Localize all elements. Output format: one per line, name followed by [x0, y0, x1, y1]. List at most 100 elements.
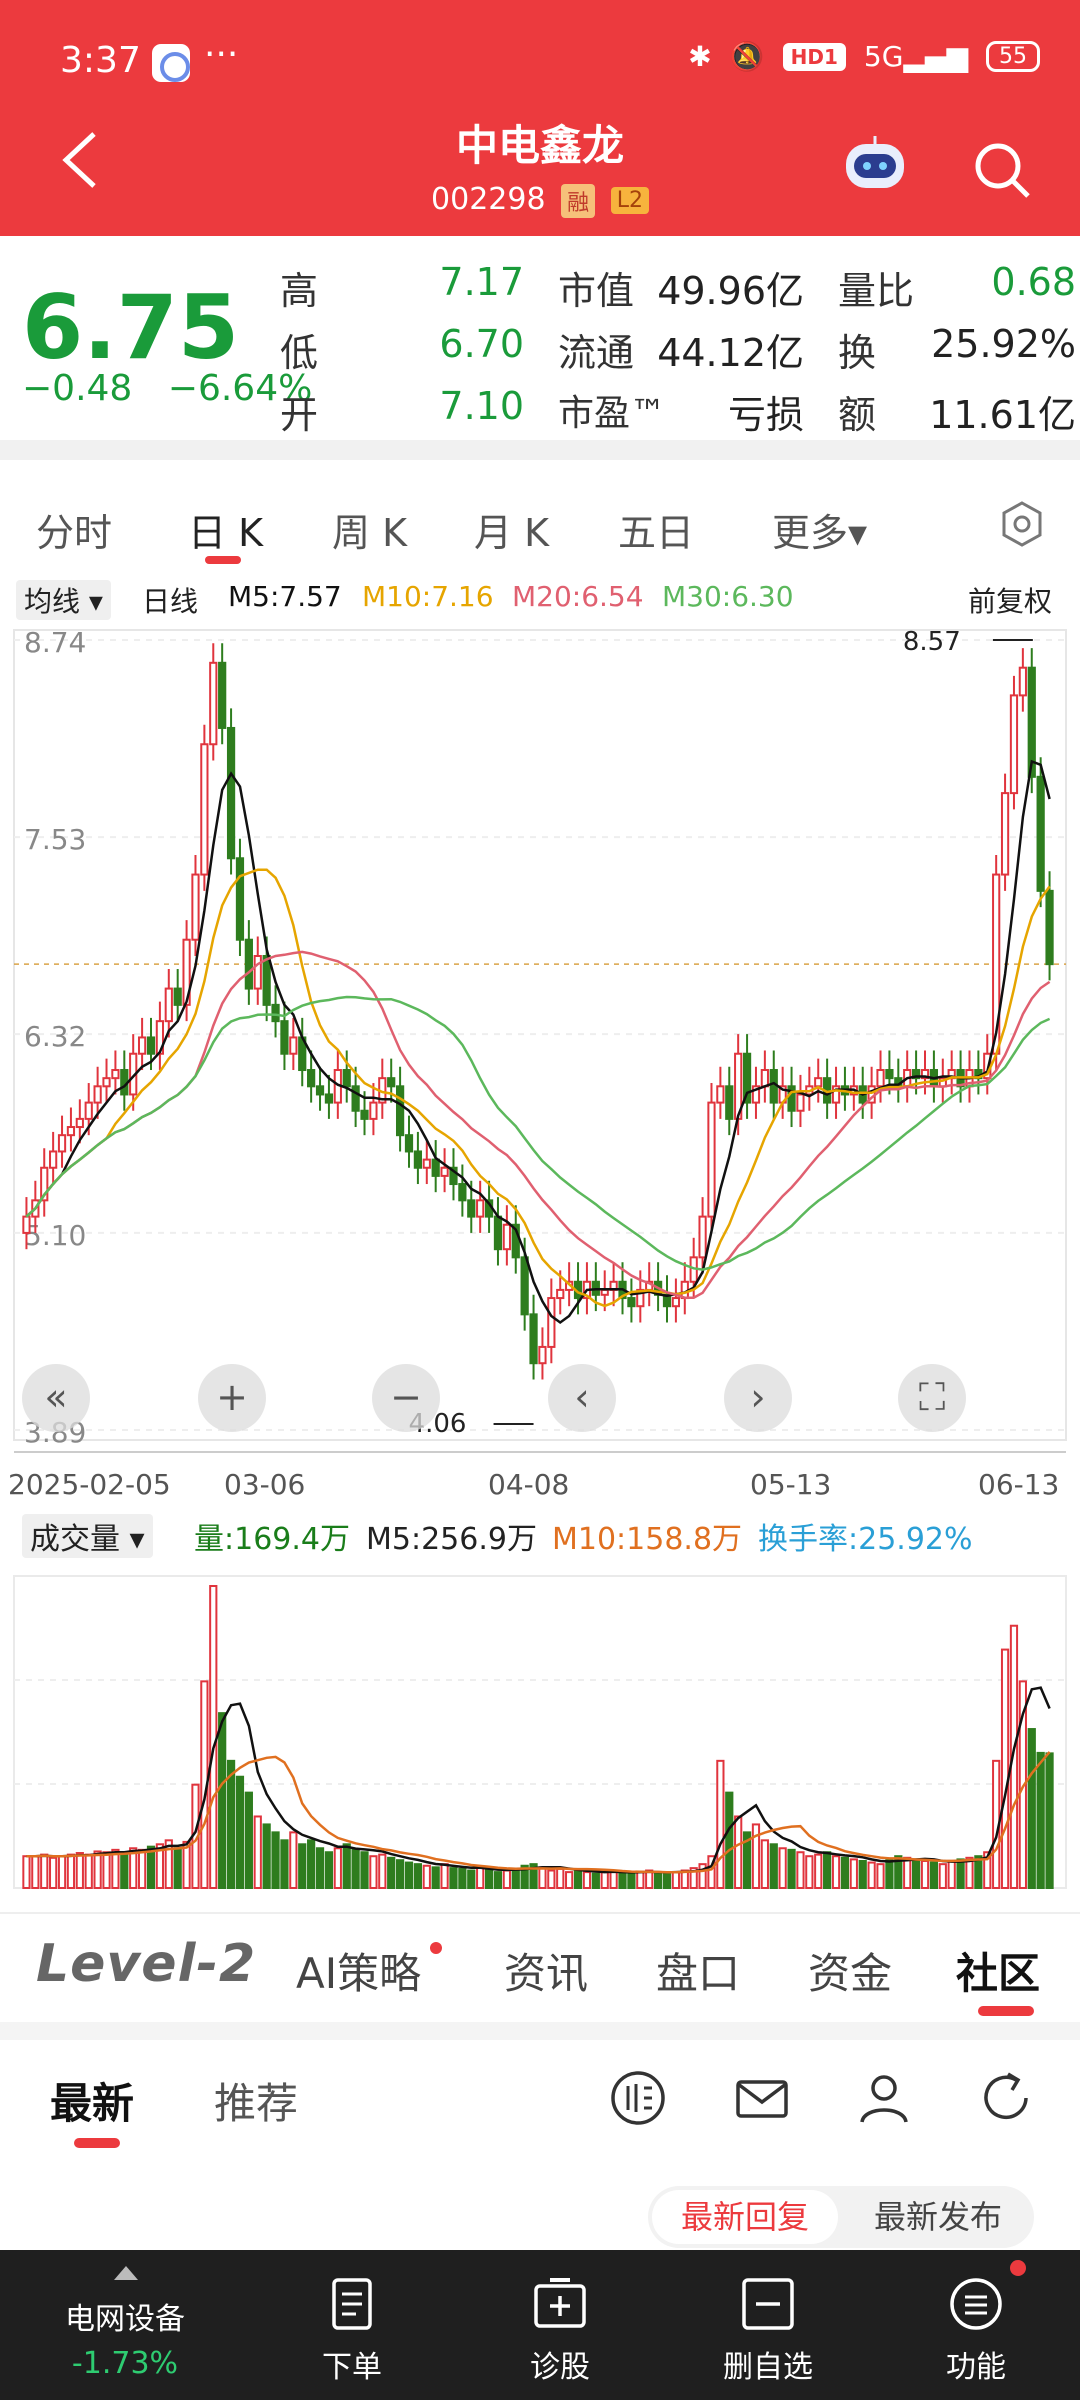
search-icon[interactable] [972, 140, 1032, 200]
adjust-mode[interactable]: 前复权 [968, 580, 1052, 620]
volume-bar [805, 1855, 814, 1890]
sort-latest-reply[interactable]: 最新回复 [652, 2190, 838, 2244]
tab-order-book[interactable]: 盘口 [656, 1940, 740, 2001]
volume-bar [671, 1871, 681, 1889]
remove-watchlist-button[interactable]: 删自选 [678, 2250, 858, 2400]
candle-body [600, 1288, 609, 1296]
functions-button[interactable]: 功能 [886, 2250, 1066, 2400]
candle-body [716, 1085, 725, 1104]
volume-bar [618, 1871, 627, 1889]
zoom-out-icon[interactable]: − [372, 1364, 440, 1432]
volume-bar [556, 1867, 565, 1890]
detail-tabs: Level-2 AI策略 资讯 盘口 资金 社区 [0, 1912, 1080, 2022]
volume-bar [271, 1831, 280, 1889]
candle-body [467, 1199, 476, 1218]
vol-ratio-row: 量比 0.68 [838, 260, 1076, 313]
tab-recommended[interactable]: 推荐 [214, 2070, 298, 2131]
volume-bar [413, 1863, 423, 1890]
zoom-in-icon[interactable]: + [198, 1364, 266, 1432]
order-button[interactable]: 下单 [262, 2250, 442, 2400]
candle-body [289, 1036, 298, 1055]
turnover-rate: 换手率:25.92% [758, 1522, 973, 1557]
tab-ai-strategy[interactable]: AI策略 [296, 1940, 421, 2001]
candle-body [529, 1313, 538, 1365]
control-glyph: + [216, 1375, 248, 1419]
battery-icon: 55 [986, 41, 1040, 72]
stock-code: 002298 [431, 182, 546, 217]
candle-body [102, 1077, 111, 1088]
diagnose-button[interactable]: 诊股 [470, 2250, 650, 2400]
volume-bar [867, 1861, 876, 1889]
volume-bar [467, 1869, 476, 1889]
candle-body [218, 661, 227, 729]
volume-bar [218, 1712, 227, 1889]
volume-bar [289, 1831, 298, 1889]
volume-value: 量:169.4万 [194, 1522, 350, 1557]
community-tabs: 最新 推荐 [0, 2040, 1080, 2150]
tab-latest[interactable]: 最新 [50, 2070, 134, 2131]
candle-body [191, 873, 200, 941]
fullscreen-icon[interactable]: ⛶ [898, 1364, 966, 1432]
diagnose-icon [534, 2278, 586, 2328]
stock-code-line: 002298 融 L2 [0, 182, 1080, 218]
volume-bar [378, 1853, 387, 1890]
ma-type-dropdown[interactable]: 均线 ▾ [16, 580, 111, 620]
sector-indicator[interactable]: 电网设备 -1.73% [40, 2250, 210, 2400]
candle-body [1018, 666, 1027, 697]
pe-row: 市盈™ 亏损 [558, 384, 804, 437]
x-tick-label: 06-13 [978, 1468, 1059, 1501]
tab-community[interactable]: 社区 [956, 1940, 1040, 2001]
tab-more[interactable]: 更多▾ [772, 502, 867, 557]
volume-bar [440, 1863, 449, 1890]
candle-body [226, 726, 236, 860]
chart-settings-icon[interactable] [998, 500, 1046, 548]
volume-bar [22, 1855, 31, 1890]
level2-logo[interactable]: Level-2 [36, 1934, 256, 1994]
sort-latest-post[interactable]: 最新发布 [848, 2190, 1028, 2244]
volume-bar [787, 1848, 796, 1889]
refresh-icon[interactable] [976, 2068, 1036, 2128]
user-profile-icon[interactable] [854, 2068, 914, 2128]
volume-bar [778, 1847, 787, 1889]
message-icon[interactable] [732, 2068, 792, 2128]
tab-fund-flow[interactable]: 资金 [808, 1940, 892, 2001]
tab-monthly-k[interactable]: 月 K [474, 502, 549, 557]
control-glyph: − [390, 1375, 422, 1419]
volume-bar [484, 1867, 494, 1890]
volume-bar [582, 1871, 592, 1889]
volume-bar [511, 1867, 520, 1890]
ma5-value: M5:7.57 [228, 580, 342, 613]
tab-news[interactable]: 资讯 [504, 1940, 588, 2001]
status-icons: ✱ 🔕 HD1 5G▂▄▆ 55 [688, 40, 1040, 73]
control-glyph: ⛶ [919, 1375, 946, 1419]
volume-bar [653, 1871, 663, 1889]
volume-bar [387, 1856, 396, 1889]
volume-bar [235, 1775, 245, 1890]
tab-intraday[interactable]: 分时 [36, 502, 112, 557]
scroll-left-icon[interactable]: ‹ [548, 1364, 616, 1432]
volume-chart[interactable] [0, 1556, 1080, 1896]
candle-body [57, 1134, 67, 1153]
candle-body [307, 1069, 316, 1088]
tab-daily-k[interactable]: 日 K [188, 502, 263, 557]
volume-indicator-dropdown[interactable]: 成交量 ▾ [22, 1514, 153, 1558]
volume-bar [324, 1851, 334, 1890]
kline-chart[interactable]: 8.747.536.325.103.898.574.06« + − ‹ › ⛶2025-0… [0, 620, 1080, 1510]
scroll-right-icon[interactable]: › [724, 1364, 792, 1432]
y-tick-label: 6.32 [24, 1020, 86, 1053]
candle-body [1009, 694, 1019, 795]
volume-bar [57, 1855, 67, 1890]
ma10-value: M10:7.16 [362, 580, 494, 613]
candle-body [413, 1150, 423, 1169]
volume-bar [360, 1851, 369, 1890]
tab-weekly-k[interactable]: 周 K [332, 502, 407, 557]
scroll-fast-left-icon[interactable]: « [22, 1364, 90, 1432]
pe-value: 亏损 [727, 393, 804, 437]
ai-robot-icon[interactable] [840, 134, 910, 194]
volume-bar [40, 1853, 49, 1890]
low-row: 低 6.70 [280, 322, 524, 375]
volume-bar [173, 1847, 182, 1889]
volume-bar [315, 1847, 325, 1889]
tab-five-day[interactable]: 五日 [618, 502, 694, 557]
ask-board-icon[interactable] [608, 2068, 668, 2128]
